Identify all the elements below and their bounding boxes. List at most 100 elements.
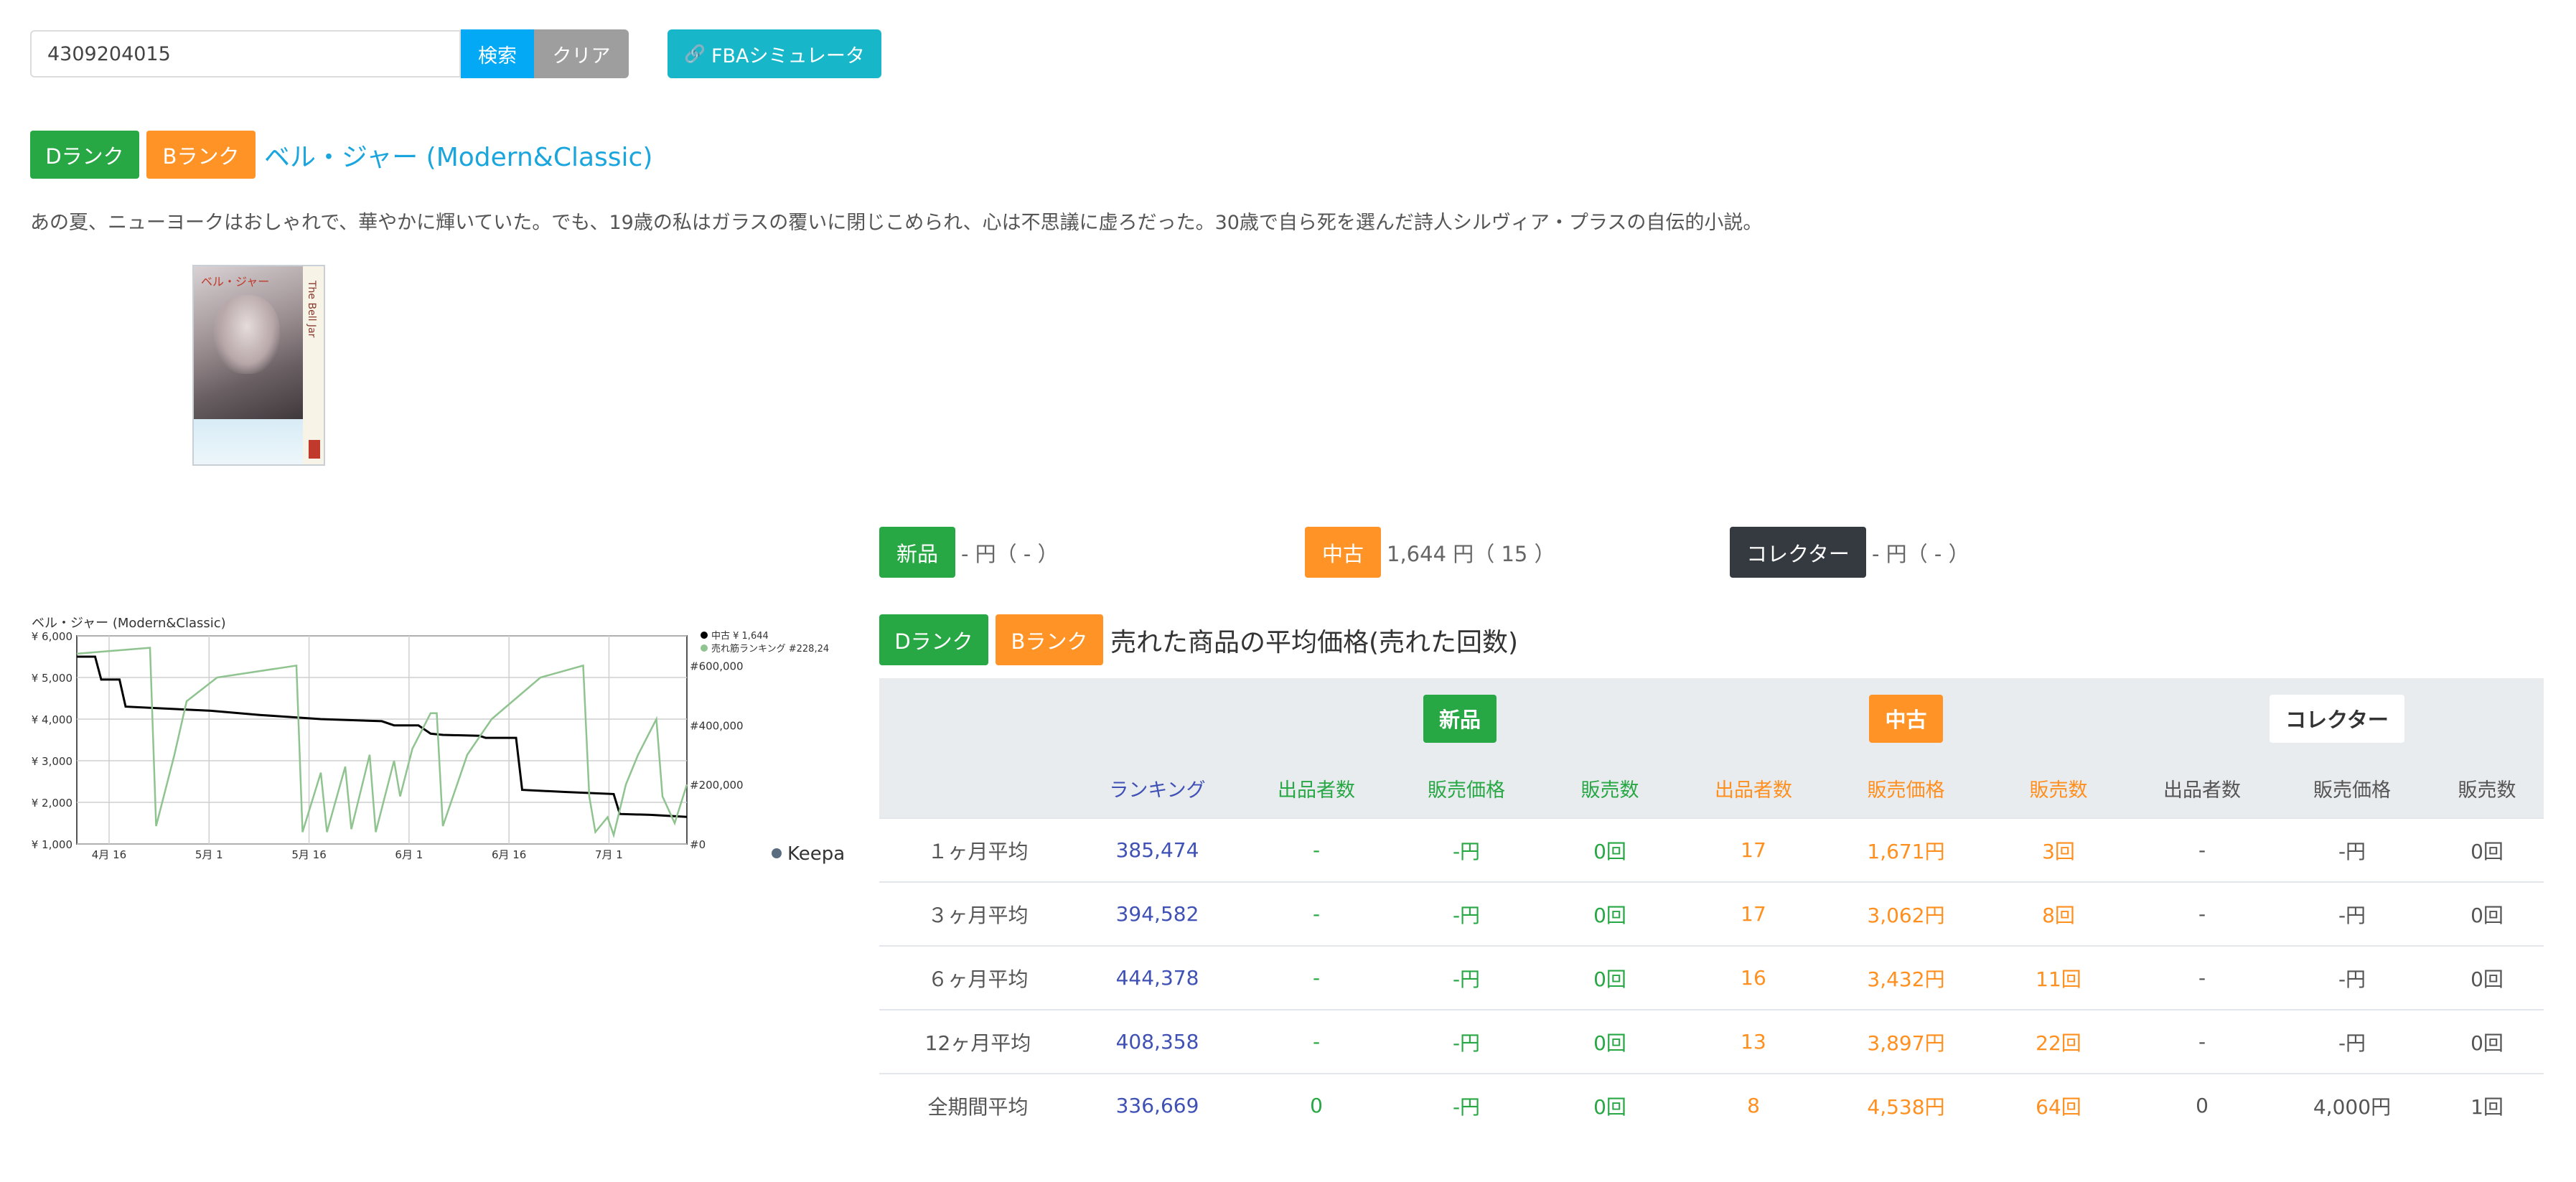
table-cell: -円	[2274, 817, 2430, 882]
chart-right-tick: #200,000	[690, 779, 744, 792]
table-cell: 0回	[1538, 881, 1682, 946]
chart-x-tick: 5月 16	[291, 848, 326, 861]
table-cell: -	[2130, 817, 2274, 882]
new-price-text: - 円（ - ）	[961, 541, 1059, 566]
table-cell: 17	[1682, 817, 1825, 882]
table-cell: 4,538円	[1825, 1073, 1987, 1137]
table-cell: 444,378	[1077, 945, 1238, 1010]
table-cell: -円	[1395, 881, 1538, 946]
product-cover-image: ベル・ジャー The Bell Jar	[192, 265, 325, 466]
table-cell: 0回	[1538, 945, 1682, 1010]
table-cell: -円	[1395, 1073, 1538, 1137]
table-cell: -	[1238, 1009, 1395, 1074]
table-cell: -円	[1395, 817, 1538, 882]
price-new: 新品 - 円（ - ）	[879, 527, 1059, 578]
avg-b-rank-badge: Bランク	[996, 614, 1103, 665]
table-cell: 1回	[2430, 1073, 2544, 1137]
table-cell: -円	[2274, 945, 2430, 1010]
table-cell: -円	[2274, 1009, 2430, 1074]
table-cell: 8回	[1987, 881, 2130, 946]
chart-plot-area	[76, 635, 688, 845]
chart-x-tick: 5月 1	[195, 848, 223, 861]
clear-button[interactable]: クリア	[534, 29, 629, 78]
d-rank-badge: Dランク	[30, 131, 139, 179]
col-new-sales: 販売数	[1538, 759, 1682, 818]
table-cell: 3,432円	[1825, 945, 1987, 1010]
table-cell: -	[2130, 881, 2274, 946]
chart-right-tick: #0	[690, 838, 706, 851]
table-cell: -	[1238, 945, 1395, 1010]
fba-simulator-label: FBAシミュレータ	[711, 44, 865, 67]
table-cell: 0	[2130, 1073, 2274, 1137]
chart-left-tick: ¥ 1,000	[32, 838, 72, 851]
chart-x-tick: 7月 1	[595, 848, 623, 861]
chart-legend-marker	[701, 632, 708, 639]
product-description: あの夏、ニューヨークはおしゃれで、華やかに輝いていた。でも、19歳の私はガラスの…	[30, 212, 1763, 234]
table-cell: 394,582	[1077, 881, 1238, 946]
table-cell: 8	[1682, 1073, 1825, 1137]
col-new-sellers: 出品者数	[1238, 759, 1395, 818]
table-cell: 0回	[1538, 1009, 1682, 1074]
chart-left-tick: ¥ 6,000	[32, 630, 72, 643]
used-badge: 中古	[1305, 527, 1381, 578]
col-used-sales: 販売数	[1987, 759, 2130, 818]
row-label: 12ヶ月平均	[879, 1009, 1077, 1074]
fba-simulator-button[interactable]: 🔗 FBAシミュレータ	[668, 29, 881, 78]
b-rank-badge: Bランク	[146, 131, 256, 179]
table-cell: 3回	[1987, 817, 2130, 882]
product-title-row: Dランク Bランク ベル・ジャー (Modern&Classic)	[30, 131, 652, 179]
table-cell: 11回	[1987, 945, 2130, 1010]
table-cell: 0回	[2430, 817, 2544, 882]
table-cell: 16	[1682, 945, 1825, 1010]
table-cell: 13	[1682, 1009, 1825, 1074]
table-group-new: 新品	[1423, 694, 1497, 743]
chart-x-tick: 4月 16	[92, 848, 126, 861]
avg-d-rank-badge: Dランク	[879, 614, 988, 665]
table-row: ３ヶ月平均 394,582- -円 0回 17 3,062円 8回 - -円 0回	[879, 881, 2544, 946]
table-cell: -	[2130, 1009, 2274, 1074]
chart-legend-entry: 中古 ¥ 1,644	[711, 631, 769, 642]
table-cell: 408,358	[1077, 1009, 1238, 1074]
table-cell: -円	[1395, 1009, 1538, 1074]
table-row: １ヶ月平均 385,474- -円 0回 17 1,671円 3回 - -円 0回	[879, 817, 2544, 882]
keepa-brand: Keepa	[787, 843, 845, 865]
table-cell: -	[1238, 881, 1395, 946]
row-label: ６ヶ月平均	[879, 945, 1077, 1010]
used-price-text: 1,644 円（ 15 ）	[1387, 541, 1555, 566]
table-row: 12ヶ月平均 408,358- -円 0回 13 3,897円 22回 - -円 0回	[879, 1009, 2544, 1074]
chart-title: ベル・ジャー (Modern&Classic)	[32, 616, 226, 631]
row-label: 全期間平均	[879, 1073, 1077, 1137]
price-used: 中古 1,644 円（ 15 ）	[1305, 527, 1555, 578]
table-row: 全期間平均 336,669 0 -円 0回 8 4,538円 64回 0 4,000円 1回	[879, 1073, 2544, 1137]
table-cell: 4,000円	[2274, 1073, 2430, 1137]
average-section-header: Dランク Bランク 売れた商品の平均価格(売れた回数)	[879, 614, 1518, 665]
col-collector-sales: 販売数	[2430, 759, 2544, 818]
average-section-title: 売れた商品の平均価格(売れた回数)	[1110, 627, 1519, 657]
product-title-link[interactable]: ベル・ジャー (Modern&Classic)	[264, 136, 652, 174]
search-button[interactable]: 検索	[461, 29, 534, 78]
table-cell: 385,474	[1077, 817, 1238, 882]
collector-badge: コレクター	[1730, 527, 1866, 578]
search-bar: 検索 クリア	[30, 29, 629, 78]
average-price-table: 新品 中古 コレクター ランキング 出品者数 販売価格 販売数 出品者数 販売価…	[879, 678, 2544, 1137]
chart-right-tick: #600,000	[690, 660, 744, 672]
table-row: ６ヶ月平均 444,378- -円 0回 16 3,432円 11回 - -円 0回	[879, 945, 2544, 1010]
new-badge: 新品	[879, 527, 955, 578]
search-input[interactable]	[30, 30, 461, 78]
table-cell: -円	[2274, 881, 2430, 946]
chart-left-tick: ¥ 3,000	[32, 755, 72, 768]
keepa-logo-icon	[772, 848, 782, 858]
collector-price-text: - 円（ - ）	[1872, 541, 1970, 566]
table-cell: 0	[1238, 1073, 1395, 1137]
table-cell: -	[1238, 817, 1395, 882]
keepa-price-chart: ベル・ジャー (Modern&Classic) ¥ 1,000 ¥ 2,000 ¥ …	[32, 616, 845, 865]
row-label: １ヶ月平均	[879, 817, 1077, 882]
table-cell: -	[2130, 945, 2274, 1010]
col-ranking: ランキング	[1077, 759, 1238, 818]
table-cell: 0回	[1538, 817, 1682, 882]
chart-left-tick: ¥ 4,000	[32, 713, 72, 726]
chart-left-tick: ¥ 5,000	[32, 672, 72, 685]
table-cell: 3,897円	[1825, 1009, 1987, 1074]
chart-x-tick: 6月 1	[395, 848, 423, 861]
table-cell: 64回	[1987, 1073, 2130, 1137]
